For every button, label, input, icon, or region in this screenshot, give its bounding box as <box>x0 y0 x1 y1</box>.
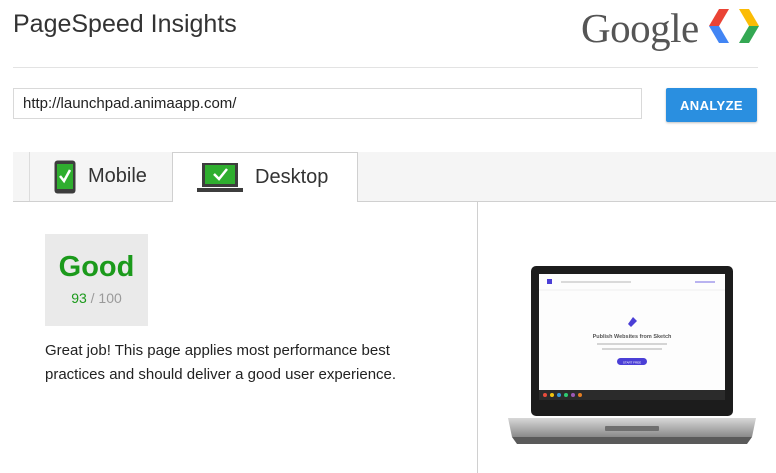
score-box: Good 93 / 100 <box>45 234 148 326</box>
rating-label: Good <box>58 251 135 283</box>
score-readout: 93 / 100 <box>45 290 148 306</box>
panel-divider <box>477 202 478 473</box>
tab-mobile-label: Mobile <box>88 165 147 187</box>
mobile-phone-check-icon <box>54 160 76 193</box>
header-divider <box>13 67 758 68</box>
google-developers-icon <box>709 9 759 43</box>
preview-heading: Publish Websites from Sketch <box>593 334 672 340</box>
tab-desktop-label: Desktop <box>255 166 329 188</box>
preview-cta: START FREE <box>623 360 641 364</box>
url-input[interactable] <box>13 88 642 119</box>
score-max: / 100 <box>90 290 122 306</box>
tab-bar-border <box>13 201 776 202</box>
tab-desktop[interactable]: Desktop <box>172 152 358 202</box>
analyze-button[interactable]: ANALYZE <box>666 88 757 122</box>
result-summary: Great job! This page applies most perfor… <box>45 342 397 383</box>
google-logo: Google <box>581 5 699 51</box>
desktop-screenshot-preview: Publish Websites from Sketch START FREE <box>508 266 756 444</box>
page-title: PageSpeed Insights <box>13 10 237 38</box>
tab-mobile[interactable]: Mobile <box>29 152 172 201</box>
score-value: 93 <box>71 290 87 306</box>
desktop-monitor-check-icon <box>197 162 243 192</box>
